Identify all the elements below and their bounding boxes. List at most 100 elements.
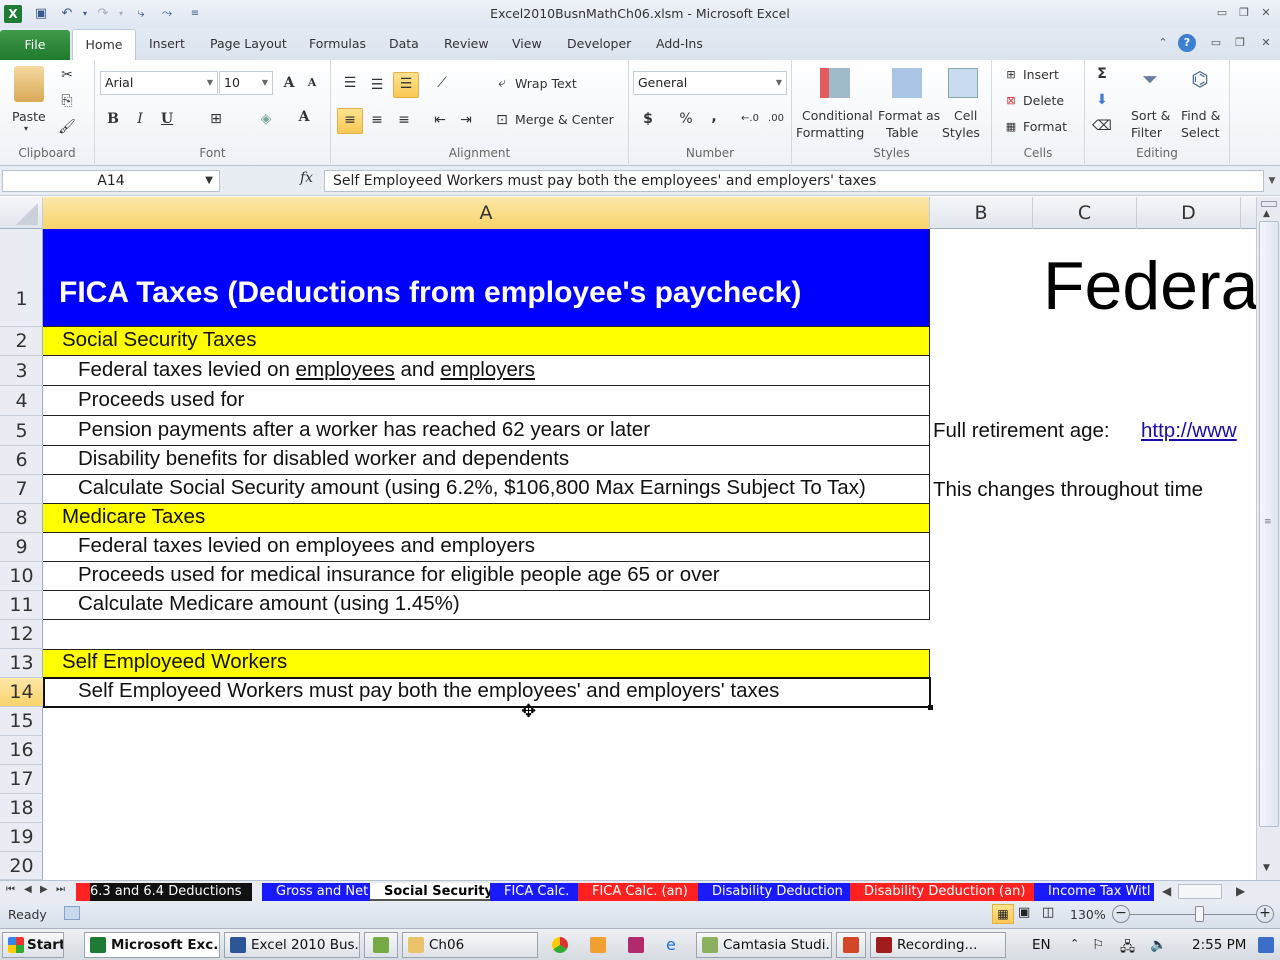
- zoom-in-icon[interactable]: +: [1256, 905, 1274, 923]
- row-header-12[interactable]: 12: [0, 620, 43, 649]
- cell-a3[interactable]: Federal taxes levied on employees and em…: [43, 356, 930, 386]
- find-select-icon[interactable]: ⌬: [1185, 68, 1215, 98]
- restore-icon[interactable]: ❐: [1234, 4, 1254, 22]
- align-left-icon[interactable]: ≡: [337, 108, 363, 134]
- clock[interactable]: 2:55 PM: [1192, 937, 1246, 953]
- sheet-tab-fica-calc-an[interactable]: FICA Calc. (an): [578, 883, 698, 901]
- zoom-slider-track[interactable]: [1130, 914, 1256, 915]
- cut-icon[interactable]: ✂: [56, 64, 78, 86]
- decrease-indent-icon[interactable]: ⇤: [429, 109, 451, 131]
- tab-page-layout[interactable]: Page Layout: [210, 36, 287, 51]
- delete-cells-icon[interactable]: ⊠: [1000, 90, 1022, 112]
- cell-styles-button[interactable]: Cell: [954, 108, 977, 123]
- normal-view-icon[interactable]: ▦: [992, 904, 1014, 924]
- cell-a5[interactable]: Pension payments after a worker has reac…: [43, 416, 930, 446]
- row-header-17[interactable]: 17: [0, 765, 43, 794]
- page-layout-view-icon[interactable]: ▣: [1018, 905, 1030, 920]
- sheet-tab-gross-net[interactable]: Gross and Net: [262, 883, 379, 901]
- insert-cells-button[interactable]: Insert: [1023, 67, 1059, 82]
- row-header-18[interactable]: 18: [0, 794, 43, 823]
- format-as-table-icon[interactable]: [892, 68, 922, 98]
- sort-filter-icon[interactable]: ⏷: [1135, 68, 1165, 98]
- show-desktop-button[interactable]: [1258, 937, 1274, 953]
- next-sheet-icon[interactable]: ▶: [40, 884, 48, 895]
- chrome-icon[interactable]: [552, 937, 568, 953]
- taskbar-item-folder[interactable]: Ch06: [402, 932, 538, 958]
- workbook-restore-icon[interactable]: ❐: [1230, 34, 1250, 52]
- tab-insert[interactable]: Insert: [149, 36, 185, 51]
- taskbar-item-camtasia[interactable]: Camtasia Studi...: [696, 932, 832, 958]
- row-header-15[interactable]: 15: [0, 707, 43, 736]
- record-macro-icon[interactable]: [64, 906, 80, 920]
- start-button[interactable]: Start: [2, 932, 64, 958]
- merge-center-button[interactable]: Merge & Center: [515, 112, 614, 127]
- copy-icon[interactable]: ⎘: [56, 90, 78, 112]
- name-box[interactable]: A14 ▼: [2, 170, 220, 192]
- comma-button[interactable]: ,: [703, 106, 725, 128]
- network-icon[interactable]: 🖧: [1120, 937, 1135, 960]
- taskbar-item-excel[interactable]: Microsoft Exc...: [84, 932, 220, 958]
- font-size-select[interactable]: 10 ▼: [219, 71, 273, 95]
- paste-icon[interactable]: [14, 66, 44, 102]
- insert-cells-icon[interactable]: ⊞: [1000, 64, 1022, 86]
- find-select-button[interactable]: Find &: [1181, 108, 1220, 123]
- workbook-close-icon[interactable]: ✕: [1256, 34, 1276, 52]
- taskbar-item-powerpoint[interactable]: [836, 932, 866, 958]
- format-cells-button[interactable]: Format: [1023, 119, 1067, 134]
- row-header-16[interactable]: 16: [0, 736, 43, 765]
- cell-a1[interactable]: FICA Taxes (Deductions from employee's p…: [43, 229, 930, 327]
- close-icon[interactable]: ✕: [1256, 4, 1276, 22]
- cell-a7[interactable]: Calculate Social Security amount (using …: [43, 475, 930, 504]
- taskbar-item-app[interactable]: [364, 932, 398, 958]
- italic-button[interactable]: I: [129, 108, 151, 130]
- find-select-button-line2[interactable]: Select: [1181, 125, 1220, 140]
- sheet-tab-disability-deduction[interactable]: Disability Deduction: [698, 883, 853, 901]
- row-header-14[interactable]: 14: [0, 678, 43, 707]
- scroll-down-icon[interactable]: ▼: [1263, 863, 1270, 873]
- hscroll-right-icon[interactable]: ▶: [1236, 884, 1245, 898]
- row-header-6[interactable]: 6: [0, 446, 43, 475]
- paste-button[interactable]: Paste: [12, 109, 46, 124]
- bottom-align-icon[interactable]: ☰: [393, 72, 419, 98]
- row-header-19[interactable]: 19: [0, 823, 43, 852]
- scroll-thumb[interactable]: ≡: [1259, 221, 1279, 827]
- vertical-scrollbar[interactable]: ▲ ≡ ▼: [1256, 197, 1280, 880]
- expand-formula-bar-icon[interactable]: ▼: [1262, 172, 1280, 190]
- last-sheet-icon[interactable]: ⏭: [56, 884, 65, 895]
- format-as-table-button[interactable]: Format as: [878, 108, 940, 123]
- cell-a8[interactable]: Medicare Taxes: [43, 504, 930, 533]
- tab-view[interactable]: View: [512, 36, 542, 51]
- cell-a4[interactable]: Proceeds used for: [43, 386, 930, 416]
- delete-cells-button[interactable]: Delete: [1023, 93, 1064, 108]
- row-header-9[interactable]: 9: [0, 533, 43, 562]
- align-right-icon[interactable]: ≡: [393, 109, 415, 131]
- minimize-ribbon-icon[interactable]: ⌃: [1153, 34, 1173, 52]
- wrap-text-button[interactable]: Wrap Text: [515, 76, 577, 91]
- column-header-c[interactable]: C: [1033, 197, 1137, 229]
- prev-sheet-icon[interactable]: ◀: [24, 884, 32, 895]
- decrease-decimal-icon[interactable]: .00: [765, 108, 787, 130]
- increase-indent-icon[interactable]: ⇥: [455, 109, 477, 131]
- scroll-up-icon[interactable]: ▲: [1263, 209, 1270, 219]
- zoom-slider-thumb[interactable]: [1195, 906, 1205, 922]
- cell-a2[interactable]: Social Security Taxes: [43, 327, 930, 356]
- merge-center-icon[interactable]: ⊡: [491, 109, 513, 131]
- row-header-1[interactable]: 1: [0, 229, 43, 327]
- cell-a9[interactable]: Federal taxes levied on employees and em…: [43, 533, 930, 562]
- tab-file[interactable]: File: [0, 30, 70, 60]
- conditional-formatting-button-line2[interactable]: Formatting: [796, 125, 864, 140]
- format-painter-icon[interactable]: 🖌: [56, 116, 78, 138]
- grow-font-icon[interactable]: A: [278, 72, 300, 94]
- column-header-b[interactable]: B: [930, 197, 1033, 229]
- cell-c5-link[interactable]: http://www: [1141, 419, 1237, 443]
- show-hidden-icons-icon[interactable]: ⌃: [1070, 937, 1079, 950]
- cell-a14[interactable]: Self Employeed Workers must pay both the…: [43, 678, 930, 707]
- worksheet-grid[interactable]: FICA Taxes (Deductions from employee's p…: [43, 229, 1256, 880]
- zoom-out-icon[interactable]: −: [1112, 905, 1130, 923]
- page-break-view-icon[interactable]: ◫: [1042, 905, 1054, 920]
- clear-icon[interactable]: ⌫: [1091, 115, 1113, 137]
- wrap-text-icon[interactable]: ⤶: [491, 72, 513, 94]
- cell-a11[interactable]: Calculate Medicare amount (using 1.45%): [43, 591, 930, 620]
- sheet-tab-social-security[interactable]: Social Security: [370, 883, 503, 901]
- tab-home[interactable]: Home: [72, 29, 136, 60]
